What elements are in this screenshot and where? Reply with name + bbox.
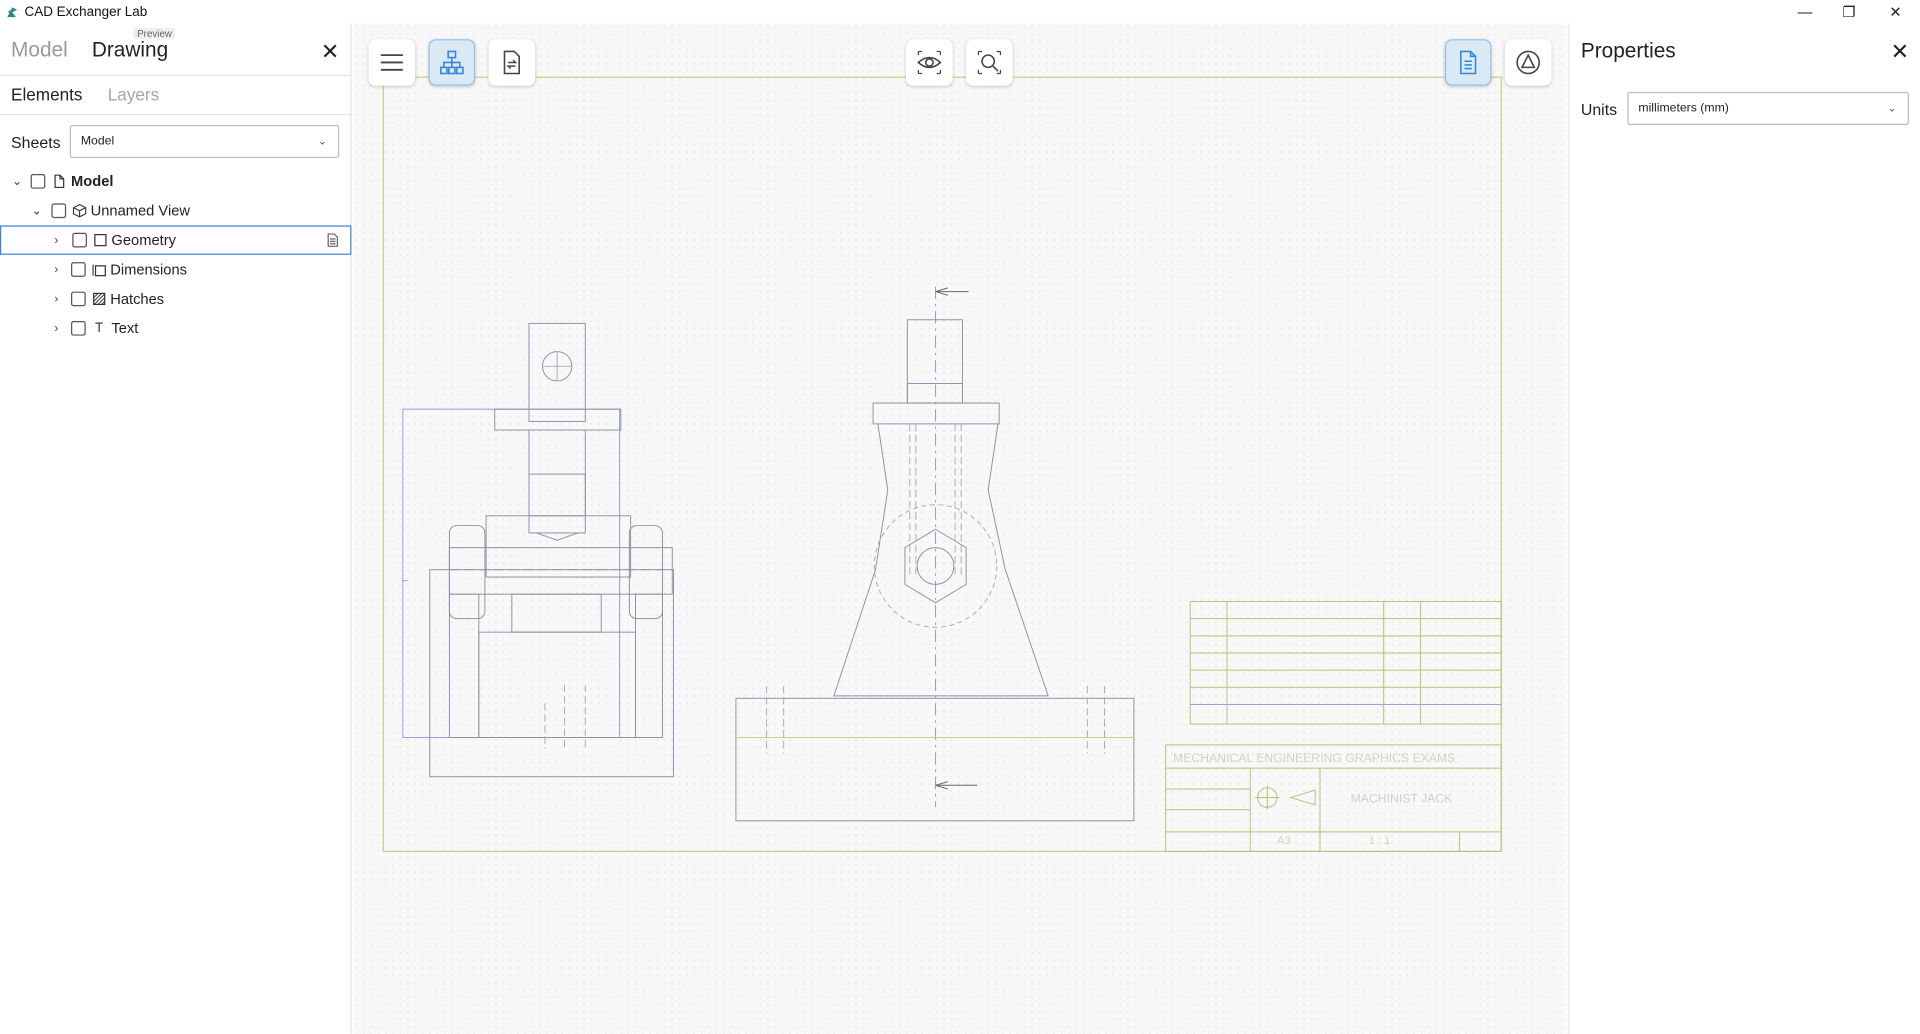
tree-checkbox-dimensions[interactable] <box>71 262 86 277</box>
menu-button[interactable] <box>368 39 416 86</box>
chevron-down-icon[interactable]: ⌄ <box>11 175 23 188</box>
chevron-down-icon: ⌄ <box>317 134 327 147</box>
close-icon: ✕ <box>1889 3 1902 21</box>
tab-model[interactable]: Model <box>11 38 68 63</box>
zoom-fit-button[interactable] <box>966 39 1013 86</box>
restore-button[interactable]: ❐ <box>1827 0 1871 23</box>
tab-layers[interactable]: Layers <box>108 85 159 105</box>
sub-tabs: Elements Layers <box>0 76 352 116</box>
sheet-swap-icon <box>503 50 520 75</box>
title-block-scale: 1 : 1 <box>1369 835 1390 847</box>
tree-checkbox-unnamed-view[interactable] <box>51 203 67 219</box>
document-icon <box>1460 50 1477 75</box>
tree-checkbox-hatches[interactable] <box>71 291 86 307</box>
visibility-button[interactable] <box>906 39 953 86</box>
hatch-icon <box>93 292 106 306</box>
chevron-right-icon[interactable]: › <box>50 292 62 305</box>
chevron-right-icon[interactable]: › <box>50 233 62 246</box>
drawing-canvas[interactable]: MECHANICAL ENGINEERING GRAPHICS EXAMS MA… <box>352 23 1568 1034</box>
measure-icon <box>1516 50 1540 75</box>
tree-item-geometry[interactable]: › Geometry <box>0 225 352 255</box>
left-panel: Model Drawing Preview ✕ Elements Layers … <box>0 23 352 1034</box>
tree-item-label: Text <box>111 319 139 337</box>
sheets-select-value: Model <box>80 134 115 149</box>
mode-tabs: Model Drawing Preview ✕ <box>0 23 352 76</box>
minimize-icon: — <box>1797 3 1813 21</box>
title-block-part-name: MACHINIST JACK <box>1351 791 1454 805</box>
properties-panel: Properties ✕ Units millimeters (mm) ⌄ <box>1568 23 1920 1034</box>
tab-drawing[interactable]: Drawing <box>92 38 168 63</box>
app-logo-icon <box>7 6 18 17</box>
tree-item-hatches[interactable]: › Hatches <box>0 284 351 313</box>
tree-item-label: Hatches <box>110 290 165 308</box>
units-select-value: millimeters (mm) <box>1638 101 1729 116</box>
tree-checkbox-geometry[interactable] <box>72 232 87 248</box>
square-frame-icon <box>94 233 107 247</box>
sheets-label: Sheets <box>11 133 61 152</box>
document-icon[interactable] <box>326 233 339 248</box>
zoom-fit-icon <box>977 50 1002 75</box>
page-icon <box>54 174 65 189</box>
tree-item-label: Dimensions <box>110 260 187 279</box>
measure-button[interactable] <box>1504 39 1552 86</box>
tree-item-label: Geometry <box>111 231 176 249</box>
tree-item-dimensions[interactable]: › Dimensions <box>0 255 351 284</box>
units-label: Units <box>1580 100 1618 119</box>
chevron-down-icon: ⌄ <box>1887 101 1897 114</box>
tree-checkbox-text[interactable] <box>71 320 86 336</box>
menu-icon <box>380 54 403 71</box>
chevron-right-icon[interactable]: › <box>50 263 62 276</box>
title-block-header: MECHANICAL ENGINEERING GRAPHICS EXAMS <box>1173 751 1455 765</box>
chevron-down-icon[interactable]: ⌄ <box>31 204 43 217</box>
title-block-sheet-size: A3 <box>1277 835 1290 847</box>
tree-item-label: Unnamed View <box>90 202 191 220</box>
sheets-row: Sheets Model ⌄ <box>0 124 351 161</box>
sheet-swap-button[interactable] <box>488 39 536 86</box>
tab-elements[interactable]: Elements <box>11 85 82 105</box>
title-bar: CAD Exchanger Lab — ❐ ✕ <box>0 0 1920 24</box>
properties-close-button[interactable]: ✕ <box>1891 40 1909 62</box>
tree-item-model[interactable]: ⌄ Model <box>0 167 351 196</box>
chevron-right-icon[interactable]: › <box>50 322 62 335</box>
tree-item-unnamed-view[interactable]: ⌄ Unnamed View <box>0 196 351 225</box>
preview-badge: Preview <box>133 28 176 40</box>
structure-tree-button[interactable] <box>428 39 476 86</box>
window-close-button[interactable]: ✕ <box>1873 0 1917 23</box>
dimensions-icon <box>92 264 106 277</box>
tree-checkbox-model[interactable] <box>30 173 46 189</box>
drawing-sheet: MECHANICAL ENGINEERING GRAPHICS EXAMS MA… <box>382 76 1502 853</box>
left-panel-close-button[interactable]: ✕ <box>321 40 339 62</box>
units-select[interactable]: millimeters (mm) ⌄ <box>1627 91 1909 125</box>
structure-tree-icon <box>440 50 464 75</box>
properties-toggle-button[interactable] <box>1444 39 1492 86</box>
sheets-select[interactable]: Model ⌄ <box>69 124 340 159</box>
properties-title: Properties <box>1580 39 1676 63</box>
app-title: CAD Exchanger Lab <box>24 4 148 19</box>
eye-icon <box>917 50 942 75</box>
tree-item-label: Model <box>71 172 114 190</box>
tree-item-text[interactable]: › T Text <box>0 314 351 343</box>
restore-icon: ❐ <box>1842 3 1856 21</box>
minimize-button[interactable]: — <box>1783 0 1827 23</box>
cube-icon <box>72 203 87 218</box>
text-icon: T <box>95 320 104 336</box>
